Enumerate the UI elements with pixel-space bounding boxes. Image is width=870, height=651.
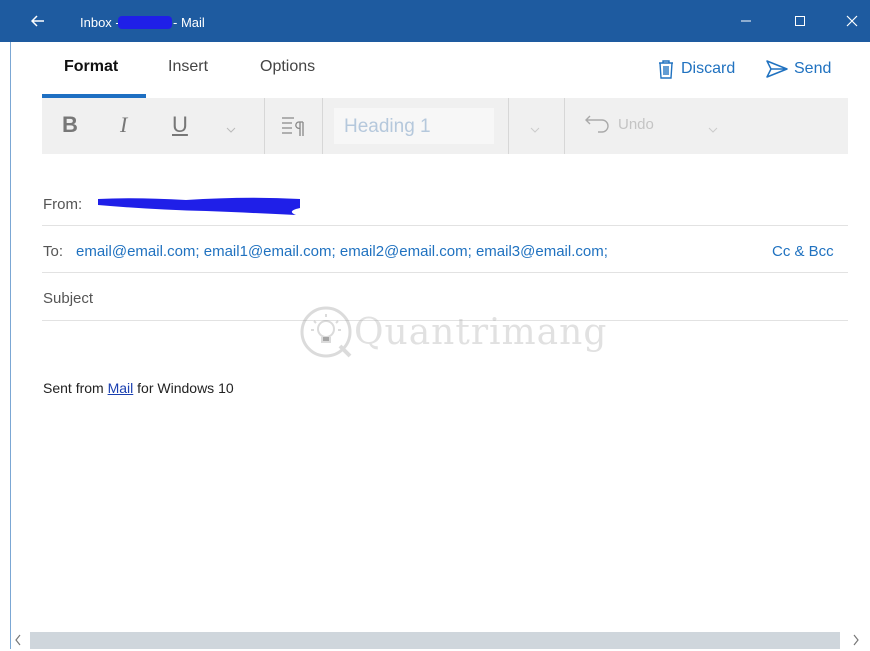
undo-icon [585, 115, 609, 133]
maximize-icon [795, 16, 805, 26]
ribbon-divider [508, 98, 509, 154]
window-title-suffix: - Mail [173, 15, 205, 30]
close-button[interactable] [832, 0, 870, 42]
back-button[interactable] [18, 0, 58, 42]
italic-button[interactable]: I [120, 112, 127, 138]
minimize-icon [741, 20, 751, 22]
discard-label: Discard [681, 60, 736, 77]
signature-suffix: for Windows 10 [137, 380, 234, 396]
ribbon-divider [322, 98, 323, 154]
window-border [10, 42, 11, 649]
paragraph-icon [282, 117, 304, 136]
lightbulb-icon [300, 306, 352, 358]
chevron-down-icon [530, 127, 540, 133]
scroll-left-button[interactable] [14, 633, 22, 651]
minimize-button[interactable] [726, 0, 766, 42]
undo-label: Undo [618, 115, 654, 133]
cc-bcc-button[interactable]: Cc & Bcc [772, 243, 834, 260]
underline-options-button[interactable] [226, 120, 236, 138]
window-title-prefix: Inbox - [80, 15, 120, 30]
from-label: From: [43, 196, 83, 213]
ribbon-divider [564, 98, 565, 154]
to-recipients-field[interactable]: email@email.com; email1@email.com; email… [76, 243, 608, 260]
signature-prefix: Sent from [43, 380, 104, 396]
chevron-right-icon [853, 634, 859, 646]
chevron-down-icon [226, 127, 236, 133]
back-arrow-icon [31, 15, 44, 27]
paragraph-format-button[interactable] [280, 114, 306, 143]
chevron-down-icon [708, 127, 718, 133]
watermark-text: Quantrimang [354, 312, 608, 353]
redaction-mark [98, 197, 300, 215]
field-divider [42, 225, 848, 226]
message-body[interactable]: Sent from Mail for Windows 10 [43, 380, 234, 396]
horizontal-scrollbar-thumb[interactable] [30, 632, 840, 649]
tab-insert[interactable]: Insert [168, 58, 208, 76]
send-button[interactable]: Send [766, 56, 831, 82]
redacted-account [118, 16, 172, 29]
style-select-value: Heading 1 [344, 116, 431, 137]
tab-options[interactable]: Options [260, 58, 315, 76]
style-select[interactable]: Heading 1 [334, 108, 494, 144]
underline-button[interactable]: U [172, 112, 188, 138]
bold-button[interactable]: B [62, 112, 78, 138]
discard-button[interactable]: Discard [657, 56, 735, 82]
redacted-from-address [96, 195, 302, 215]
style-dropdown-button[interactable] [530, 120, 540, 138]
mail-link[interactable]: Mail [108, 380, 134, 396]
ribbon-divider [264, 98, 265, 154]
to-label: To: [43, 243, 64, 260]
scroll-right-button[interactable] [852, 633, 860, 651]
format-ribbon: B I U Heading 1 Undo [42, 98, 848, 154]
title-bar: Inbox - - Mail [0, 0, 870, 42]
maximize-button[interactable] [780, 0, 820, 42]
send-icon [766, 60, 788, 78]
watermark-logo: Quantrimang [298, 298, 606, 368]
send-label: Send [794, 60, 832, 77]
close-icon [846, 15, 858, 27]
undo-button[interactable]: Undo [584, 114, 654, 134]
trash-icon [659, 60, 673, 79]
tab-format[interactable]: Format [64, 58, 118, 76]
chevron-left-icon [15, 634, 21, 646]
field-divider [42, 272, 848, 273]
undo-options-button[interactable] [708, 120, 718, 138]
subject-input[interactable]: Subject [43, 290, 93, 307]
